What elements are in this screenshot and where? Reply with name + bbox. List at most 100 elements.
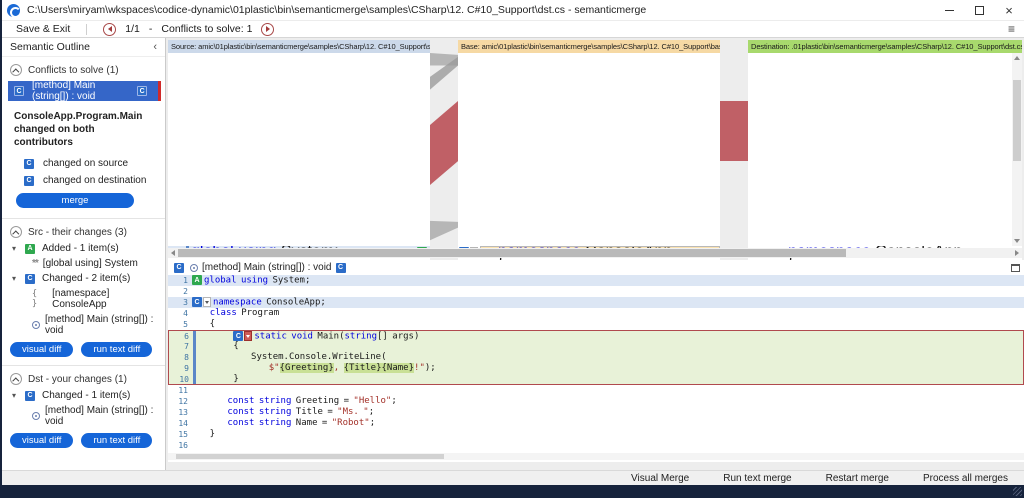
merge-button[interactable]: merge (16, 193, 134, 208)
status-bar (0, 485, 1024, 498)
changed-group[interactable]: ▾ C Changed - 2 item(s) (2, 271, 165, 286)
added-group[interactable]: ▾ A Added - 1 item(s) (2, 241, 165, 256)
global-using-icon: ** (32, 258, 39, 269)
destination-pane-header: Destination: .01plastic\bin\semanticmerg… (748, 40, 1022, 53)
dst-section-header[interactable]: Dst - your changes (1) (2, 370, 165, 388)
conflict-description: ConsoleApp.Program.Main changed on both … (14, 111, 143, 148)
restart-merge-button[interactable]: Restart merge (826, 473, 889, 484)
line-number: 1 (183, 276, 188, 285)
expander-icon[interactable]: ▾ (12, 244, 20, 253)
method-item[interactable]: [method] Main (string[]) : void (2, 403, 165, 429)
changed-badge: C (137, 86, 148, 96)
vertical-scrollbar[interactable] (1012, 53, 1022, 246)
minimize-icon (944, 9, 954, 11)
previous-conflict-button[interactable] (103, 22, 117, 36)
run-text-merge-button[interactable]: Run text merge (723, 473, 791, 484)
source-code-area[interactable] (168, 53, 430, 246)
chevron-up-icon (10, 226, 22, 238)
change-badge[interactable]: C (192, 297, 211, 307)
src-section-header[interactable]: Src - their changes (3) (2, 223, 165, 241)
horizontal-scrollbar[interactable] (168, 453, 1024, 460)
visual-merge-button[interactable]: Visual Merge (631, 473, 689, 484)
code-line[interactable]: 11 (168, 385, 1024, 396)
method-item[interactable]: [method] Main (string[]) : void (2, 312, 165, 338)
scroll-left-icon[interactable] (171, 250, 175, 256)
code-line[interactable]: 1 Aglobal using System; (168, 275, 1024, 286)
line-number: 11 (178, 386, 188, 395)
line-number: 7 (184, 342, 189, 351)
method-icon (32, 412, 40, 420)
title-bar: C:\Users\miryam\wkspaces\codice-dynamic\… (0, 0, 1024, 21)
collapse-sidebar-button[interactable]: ‹ (153, 41, 157, 53)
menu-icon[interactable]: ≡ (1008, 22, 1015, 36)
window-icon[interactable] (1011, 263, 1020, 272)
code-line[interactable]: 12 const string Greeting = "Hello"; (168, 396, 1024, 407)
scrollbar-thumb[interactable] (1013, 80, 1021, 162)
dst-run-text-diff-button[interactable]: run text diff (81, 433, 153, 448)
src-visual-diff-button[interactable]: visual diff (10, 342, 74, 357)
change-badge[interactable]: A (192, 275, 202, 285)
src-run-text-diff-button[interactable]: run text diff (81, 342, 153, 357)
destination-code-area[interactable] (748, 53, 1022, 246)
sidebar-header: Semantic Outline ‹ (2, 38, 165, 57)
scroll-up-icon[interactable] (1014, 56, 1020, 60)
scroll-down-icon[interactable] (1014, 239, 1020, 243)
expander-icon[interactable]: ▾ (12, 391, 20, 400)
line-number: 9 (184, 364, 189, 373)
code-line[interactable]: 15 } (168, 429, 1024, 440)
method-icon (190, 263, 198, 272)
scroll-right-icon[interactable] (1015, 250, 1019, 256)
app-icon (7, 3, 21, 18)
sidebar-title: Semantic Outline (10, 41, 90, 53)
process-all-merges-button[interactable]: Process all merges (923, 473, 1008, 484)
code-line[interactable]: 16 (168, 440, 1024, 451)
line-number: 14 (178, 419, 188, 428)
line-number: 15 (178, 430, 188, 439)
code-line[interactable]: 7 { (168, 341, 1024, 352)
scrollbar-thumb[interactable] (176, 454, 444, 459)
code-line[interactable]: 14 const string Name = "Robot"; (168, 418, 1024, 429)
namespace-item[interactable]: { } [namespace] ConsoleApp (2, 286, 165, 312)
resize-grip[interactable] (1013, 487, 1022, 496)
code-line[interactable]: 6 Cstatic void Main(string[] args) (168, 330, 1024, 341)
chevron-up-icon (10, 373, 22, 385)
code-line[interactable]: 3 Cnamespace ConsoleApp; (168, 297, 1024, 308)
code-line[interactable]: 10 } (168, 374, 1024, 385)
expander-icon[interactable]: ▾ (12, 274, 20, 283)
minimize-button[interactable] (934, 0, 964, 20)
conflicts-section: Conflicts to solve (1) C [method] Main (… (2, 57, 165, 218)
code-line[interactable]: 9 $"{Greeting}, {Title}{Name}!"); (168, 363, 1024, 374)
source-pane-header: Source: amic\01plastic\bin\semanticmerge… (168, 40, 430, 53)
change-badge[interactable]: C (233, 331, 253, 341)
save-exit-button[interactable]: Save & Exit (16, 23, 70, 35)
base-code-area[interactable] (458, 53, 720, 246)
code-line[interactable]: 8 System.Console.WriteLine( (168, 352, 1024, 363)
dst-changes-section: Dst - your changes (1) ▾ C Changed - 1 i… (2, 365, 165, 456)
conflicts-count-label: Conflicts to solve: 1 (161, 23, 253, 35)
code-line[interactable]: 4 class Program (168, 308, 1024, 319)
merge-result-code-area[interactable]: 1 Aglobal using System; 2 3 Cnamespace Conso… (168, 275, 1024, 451)
selected-conflict-item[interactable]: C [method] Main (string[]) : void C (8, 80, 161, 102)
merge-result-pane: C [method] Main (string[]) : void C 1 Agl… (168, 260, 1024, 462)
dash-separator: - (148, 23, 153, 35)
merge-result-title: [method] Main (string[]) : void (202, 262, 332, 273)
maximize-button[interactable] (964, 0, 994, 20)
changed-badge: C (14, 86, 24, 96)
global-using-item[interactable]: ** [global using] System (2, 256, 165, 271)
code-line[interactable]: 5 { (168, 319, 1024, 330)
changed-badge: C (335, 262, 346, 273)
right-arrow-icon (265, 26, 270, 32)
code-line[interactable]: 2 (168, 286, 1024, 297)
scrollbar-thumb[interactable] (178, 249, 846, 257)
dst-visual-diff-button[interactable]: visual diff (10, 433, 74, 448)
line-number: 16 (178, 441, 188, 450)
horizontal-scrollbar[interactable] (168, 248, 1022, 258)
src-changes-section: Src - their changes (3) ▾ A Added - 1 it… (2, 218, 165, 365)
next-conflict-button[interactable] (261, 22, 275, 36)
code-line[interactable]: 13 const string Title = "Ms. "; (168, 407, 1024, 418)
close-button[interactable]: × (994, 0, 1024, 20)
line-number: 13 (178, 408, 188, 417)
line-number: 6 (184, 332, 189, 341)
changed-group[interactable]: ▾ C Changed - 1 item(s) (2, 388, 165, 403)
conflicts-section-header[interactable]: Conflicts to solve (1) (2, 61, 165, 79)
